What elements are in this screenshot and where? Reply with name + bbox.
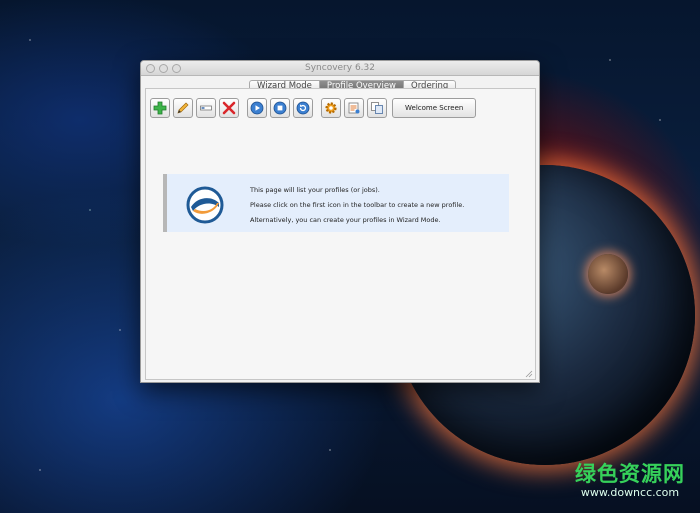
add-profile-icon [153,101,167,115]
window-title: Syncovery 6.32 [305,63,375,73]
minimize-window-button[interactable] [159,64,168,73]
delete-profile-button[interactable] [219,98,239,118]
delete-profile-icon [222,101,236,115]
close-window-button[interactable] [146,64,155,73]
stop-icon [273,101,287,115]
stop-button[interactable] [270,98,290,118]
log-icon [348,102,360,114]
run-button[interactable] [247,98,267,118]
copy-icon [371,102,383,114]
zoom-window-button[interactable] [172,64,181,73]
info-line-1: This page will list your profiles (or jo… [250,186,380,194]
moon-wallpaper [588,254,628,294]
toolbar: Welcome Screen [150,98,477,118]
edit-profile-icon [177,102,189,114]
run-icon [250,101,264,115]
refresh-icon [296,101,310,115]
watermark-url: www.downcc.com [580,486,680,499]
info-text: This page will list your profiles (or jo… [250,183,464,228]
add-profile-button[interactable] [150,98,170,118]
refresh-button[interactable] [293,98,313,118]
settings-button[interactable] [321,98,341,118]
watermark: 绿色资源网 www.downcc.com [565,462,695,500]
window-controls [146,64,181,73]
title-bar[interactable]: Syncovery 6.32 [141,61,539,76]
welcome-screen-button[interactable]: Welcome Screen [392,98,477,118]
profile-overview-panel: Welcome Screen This page will list your … [145,88,536,380]
settings-icon [325,102,337,114]
info-line-3: Alternatively, you can create your profi… [250,216,441,224]
info-box: This page will list your profiles (or jo… [163,174,509,232]
resize-grip-icon[interactable] [525,370,533,378]
copy-button[interactable] [367,98,387,118]
rename-profile-icon [200,105,212,111]
syncovery-window: Syncovery 6.32 Wizard Mode Profile Overv… [140,60,540,383]
log-button[interactable] [344,98,364,118]
watermark-chinese: 绿色资源网 [575,462,685,486]
info-line-2: Please click on the first icon in the to… [250,201,465,209]
syncovery-logo-icon [186,186,224,224]
edit-profile-button[interactable] [173,98,193,118]
rename-profile-button[interactable] [196,98,216,118]
